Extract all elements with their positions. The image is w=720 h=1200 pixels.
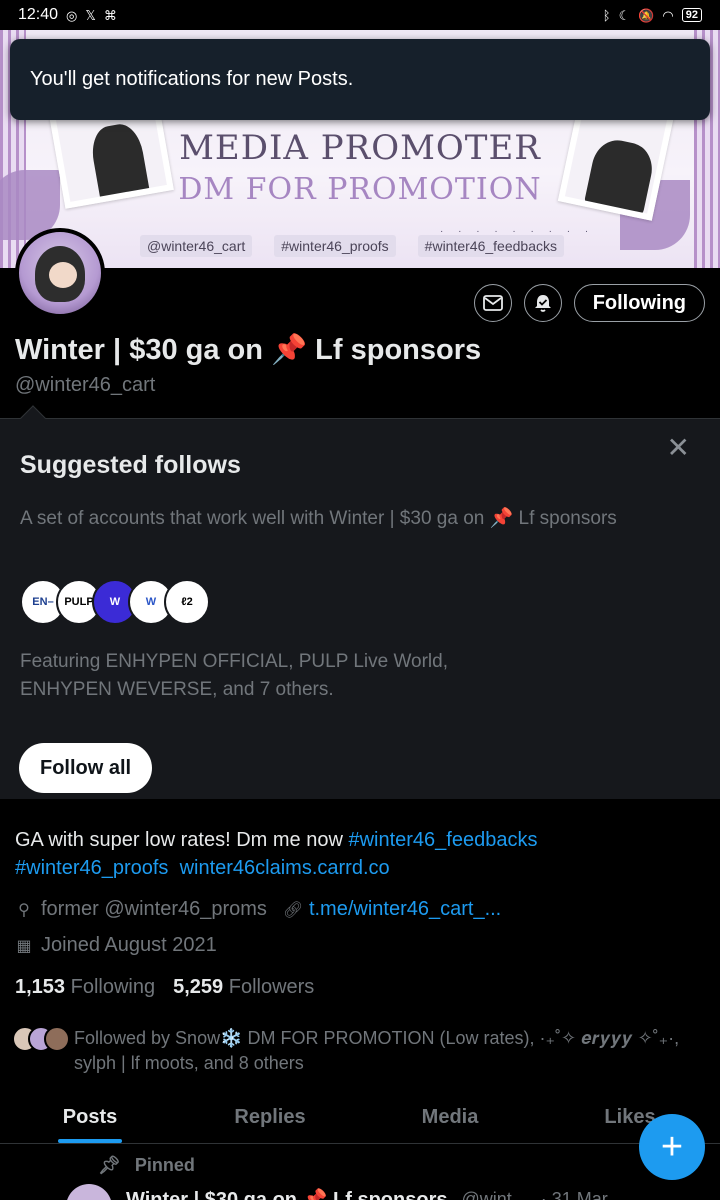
follow-stats: 1,153 Following 5,259 Followers [15,976,314,999]
profile-joined-row: ▦ Joined August 2021 [15,934,217,957]
post-handle: @wint... [461,1188,527,1200]
profile-handle: @winter46_cart [15,374,156,396]
bio-link[interactable]: winter46claims.carrd.co [180,857,390,879]
status-time: 12:40 [18,6,59,23]
followed-by-text[interactable]: Followed by Snow❄️ DM FOR PROMOTION (Low… [74,1026,694,1076]
followed-by-avatars [12,1026,70,1052]
bluetooth-icon: ᛒ [602,7,611,23]
suggested-featuring: Featuring ENHYPEN OFFICIAL, PULP Live Wo… [20,651,449,700]
toast-message: You'll get notifications for new Posts. [30,68,354,90]
post-date: · 31 Mar [540,1188,608,1200]
notification-toast: You'll get notifications for new Posts. [10,39,710,120]
tab-posts[interactable]: Posts [0,1092,180,1143]
followers-stat[interactable]: 5,259 Followers [173,976,314,999]
suggested-follows-card: ✕ Suggested follows A set of accounts th… [0,419,720,799]
calendar-icon: ▦ [16,937,32,955]
profile-tabs: Posts Replies Media Likes [0,1092,720,1144]
compose-button[interactable]: + [639,1114,705,1180]
website-link[interactable]: t.me/winter46_cart_... [309,898,501,921]
post-author: Winter | $30 ga on 📌 Lf sponsors [126,1188,448,1200]
avatar [44,1026,70,1052]
profile-joined: Joined August 2021 [41,934,217,956]
profile-meta-row: ⚲ former @winter46_proms 🔗︎ t.me/winter4… [15,898,501,921]
envelope-icon [482,295,503,311]
pinned-label: Pinned [134,1155,195,1175]
suggested-title: Suggested follows [20,451,241,479]
plus-icon: + [660,1125,684,1168]
avatar [66,1184,112,1200]
suggested-description: A set of accounts that work well with Wi… [20,508,617,529]
following-stat[interactable]: 1,153 Following [15,976,155,999]
profile-avatar[interactable] [15,228,105,318]
avatar: ℓ2 [164,579,210,625]
message-button[interactable] [473,284,512,322]
bio-text: GA with super low rates! Dm me now [15,829,349,851]
banner-tag: #winter46_proofs [274,235,396,257]
close-icon[interactable]: ✕ [667,431,690,464]
following-button[interactable]: Following [573,284,705,322]
profile-location: former @winter46_proms [41,898,267,920]
follow-all-button[interactable]: Follow all [19,743,153,793]
x-logo-icon: 𝕏 [85,7,96,23]
profile-name: Winter | $30 ga on 📌 Lf sponsors [15,334,482,366]
tab-replies[interactable]: Replies [180,1092,360,1143]
hashtag-link[interactable]: #winter46_proofs [15,857,168,879]
pin-icon: 📌︎ [98,1155,121,1175]
banner-tag: #winter46_feedbacks [417,235,564,257]
mute-icon: 🔕 [638,7,655,23]
gamepad-icon: ⌘ [103,7,117,23]
bell-check-icon [534,295,551,312]
instagram-icon: ◎ [66,7,78,23]
tab-media[interactable]: Media [360,1092,540,1143]
notifications-button[interactable] [523,284,562,322]
banner-title: MEDIA PROMOTER [179,128,541,168]
dots-decoration: · · · · · · · · · [440,226,595,237]
profile-bio: GA with super low rates! Dm me now #wint… [15,826,705,882]
profile-actions: Following [473,284,705,322]
banner-tags: @winter46_cart #winter46_proofs #winter4… [140,235,564,257]
link-icon: 🔗︎ [282,901,304,919]
banner-subtitle: DM FOR PROMOTION [178,172,542,207]
status-bar: 12:40 ◎ 𝕏 ⌘ ᛒ ☾ 🔕 ◠ 92 [0,0,720,30]
battery-level: 92 [681,8,702,22]
location-pin-icon: ⚲ [18,901,30,919]
suggested-avatars[interactable]: EN– PULP W W ℓ2 [20,579,210,625]
pinned-indicator: 📌︎ Pinned [98,1155,195,1176]
wifi-icon: ◠ [662,7,674,23]
pinned-post[interactable]: Winter | $30 ga on 📌 Lf sponsors @wint..… [66,1184,720,1200]
hashtag-link[interactable]: #winter46_feedbacks [348,829,537,851]
moon-icon: ☾ [618,7,631,23]
banner-tag: @winter46_cart [140,235,253,257]
